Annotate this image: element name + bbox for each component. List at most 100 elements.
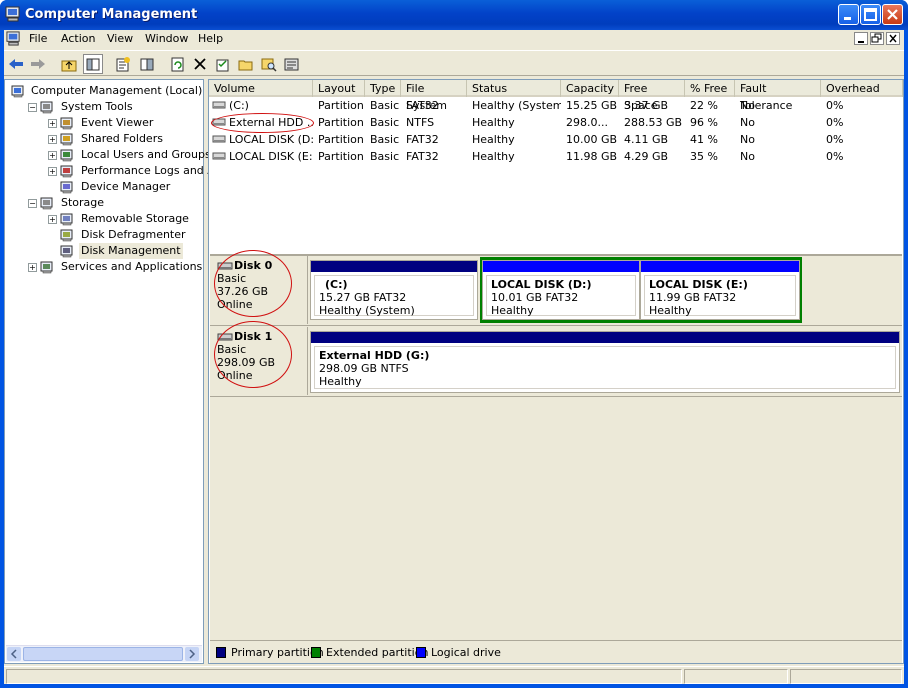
check-disk-button[interactable]	[213, 54, 233, 74]
volume-cell: Healthy	[472, 133, 515, 146]
partition-block[interactable]: LOCAL DISK (D:) 10.01 GB FAT32 Healthy	[482, 260, 640, 320]
mdi-restore-button[interactable]	[870, 32, 884, 45]
explore-button[interactable]	[259, 54, 279, 74]
partition-details: External HDD (G:) 298.09 GB NTFS Healthy	[314, 346, 896, 389]
annotation-circle	[211, 113, 314, 133]
column-header-capacity[interactable]: Capacity	[561, 80, 619, 97]
tree-node-shared-folders[interactable]: + Shared Folders	[5, 131, 203, 147]
volume-cell: Healthy	[472, 116, 515, 129]
volume-row[interactable]: LOCAL DISK (E:) Partition Basic FAT32 Health…	[209, 148, 903, 165]
tree-node-device-manager[interactable]: Device Manager	[5, 179, 203, 195]
application-window: Computer Management File Action View Win…	[0, 0, 908, 688]
partition-title: External HDD (G:)	[319, 349, 430, 362]
delete-button[interactable]	[190, 54, 210, 74]
expand-icon[interactable]: +	[48, 151, 57, 160]
menu-file[interactable]: File	[29, 32, 47, 45]
tree-node-disk-defragmenter[interactable]: Disk Defragmenter	[5, 227, 203, 243]
tree-node-event-viewer[interactable]: + Event Viewer	[5, 115, 203, 131]
system-menu-icon[interactable]	[6, 31, 21, 46]
menu-window[interactable]: Window	[145, 32, 188, 45]
mdi-close-button[interactable]	[886, 32, 900, 45]
maximize-button[interactable]	[860, 4, 881, 25]
partition-block[interactable]: External HDD (G:) 298.09 GB NTFS Healthy	[310, 331, 900, 393]
console-tree-icon	[86, 58, 100, 70]
close-icon	[889, 34, 897, 43]
column-header--free[interactable]: % Free	[685, 80, 735, 97]
computer-management-icon	[5, 6, 20, 22]
close-button[interactable]	[882, 4, 903, 25]
tree-node-storage[interactable]: − Storage	[5, 195, 203, 211]
volume-cell: No	[740, 150, 755, 163]
volume-cell: NTFS	[406, 116, 435, 129]
properties-button[interactable]	[113, 54, 133, 74]
tree-node-system-tools[interactable]: − System Tools	[5, 99, 203, 115]
legend-label: Extended partition	[326, 646, 429, 659]
column-header-volume[interactable]: Volume	[209, 80, 313, 97]
menu-help[interactable]: Help	[198, 32, 223, 45]
show-hide-action-pane-button[interactable]	[137, 54, 157, 74]
collapse-icon[interactable]: −	[28, 199, 37, 208]
tree-node-label: Services and Applications	[61, 260, 203, 273]
scroll-right-button[interactable]	[185, 647, 199, 661]
disk-management-pane: Volume Layout Type File System Status Capacit…	[208, 79, 904, 664]
scroll-thumb[interactable]	[23, 647, 183, 661]
open-button[interactable]	[236, 54, 256, 74]
tree-node-performance-logs-and-alerts[interactable]: + Performance Logs and Alerts	[5, 163, 239, 179]
partition-block[interactable]: LOCAL DISK (E:) 11.99 GB FAT32 Healthy	[640, 260, 800, 320]
volume-cell: No	[740, 133, 755, 146]
tree-node-label: System Tools	[61, 100, 133, 113]
back-button[interactable]	[6, 54, 26, 74]
volume-cell: FAT32	[406, 99, 439, 112]
scroll-left-button[interactable]	[7, 647, 21, 661]
refresh-button[interactable]	[168, 54, 188, 74]
expand-icon[interactable]: +	[48, 167, 57, 176]
collapse-icon[interactable]: −	[28, 103, 37, 112]
column-header-overhead[interactable]: Overhead	[821, 80, 903, 97]
maximize-icon	[864, 8, 877, 21]
tree-horizontal-scrollbar[interactable]	[6, 645, 202, 662]
tree-node-services-and-applications[interactable]: + Services and Applications	[5, 259, 203, 275]
expand-icon[interactable]: +	[48, 119, 57, 128]
volume-row[interactable]: LOCAL DISK (D:) Partition Basic FAT32 Health…	[209, 131, 903, 148]
tree-node-label: Disk Defragmenter	[81, 228, 186, 241]
status-bar	[4, 666, 904, 684]
partition-title: (C:)	[325, 278, 348, 291]
column-header-file-system[interactable]: File System	[401, 80, 467, 112]
mdi-minimize-button[interactable]	[854, 32, 868, 45]
settings-button[interactable]	[282, 54, 302, 74]
column-header-free-space[interactable]: Free Space	[619, 80, 685, 112]
disk-info[interactable]: Disk 1 Basic 298.09 GB Online	[210, 321, 308, 395]
forward-arrow-icon	[31, 59, 45, 69]
expand-icon[interactable]: +	[28, 263, 37, 272]
column-header-type[interactable]: Type	[365, 80, 401, 97]
menu-action[interactable]: Action	[61, 32, 95, 45]
column-header-status[interactable]: Status	[467, 80, 561, 97]
partition-status: Healthy	[649, 304, 692, 317]
show-hide-tree-button[interactable]	[83, 54, 103, 74]
forward-button[interactable]	[28, 54, 48, 74]
volume-row[interactable]: (C:) Partition Basic FAT32 Healthy (System) 1…	[209, 97, 903, 114]
partition-color-bar	[311, 332, 899, 343]
close-icon	[887, 9, 898, 20]
tree-node-computer-management-local[interactable]: Computer Management (Local)	[5, 83, 203, 99]
volume-cell: Partition	[318, 150, 364, 163]
title-bar[interactable]: Computer Management	[0, 0, 908, 30]
expand-icon[interactable]: +	[48, 215, 57, 224]
tree-node-local-users-and-groups[interactable]: + Local Users and Groups	[5, 147, 211, 163]
tree-node-removable-storage[interactable]: + Removable Storage	[5, 211, 203, 227]
up-one-level-button[interactable]	[59, 54, 79, 74]
column-header-fault-tolerance[interactable]: Fault Tolerance	[735, 80, 821, 112]
menu-view[interactable]: View	[107, 32, 133, 45]
removable-storage-icon	[60, 213, 73, 226]
column-header-layout[interactable]: Layout	[313, 80, 365, 97]
minimize-button[interactable]	[838, 4, 859, 25]
disk-info[interactable]: Disk 0 Basic 37.26 GB Online	[210, 250, 308, 324]
partition-block[interactable]: (C:) 15.27 GB FAT32 Healthy (System)	[310, 260, 478, 320]
expand-icon[interactable]: +	[48, 135, 57, 144]
open-folder-icon	[238, 60, 253, 70]
tree-node-label: Local Users and Groups	[81, 148, 211, 161]
volume-cell: 41 %	[690, 133, 718, 146]
tree-node-disk-management[interactable]: Disk Management	[5, 243, 203, 259]
minimize-icon	[858, 41, 864, 43]
volume-cell: (C:)	[229, 99, 249, 112]
